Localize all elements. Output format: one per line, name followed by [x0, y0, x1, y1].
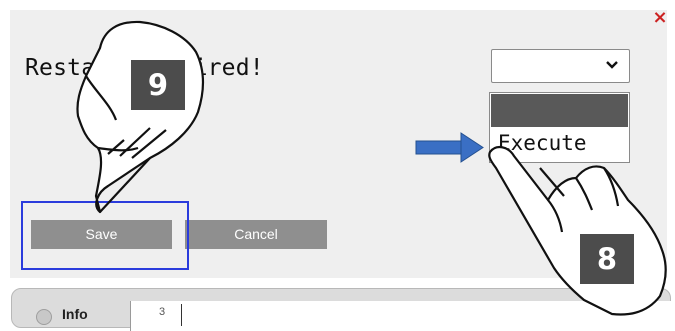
hand-pointer-icon — [76, 20, 205, 214]
step-badge-9: 9 — [131, 60, 185, 110]
hand-pointer-icon — [488, 146, 667, 316]
right-arrow-icon — [415, 132, 484, 163]
annotation-overlay — [76, 20, 667, 316]
step-badge-8: 8 — [580, 234, 634, 284]
